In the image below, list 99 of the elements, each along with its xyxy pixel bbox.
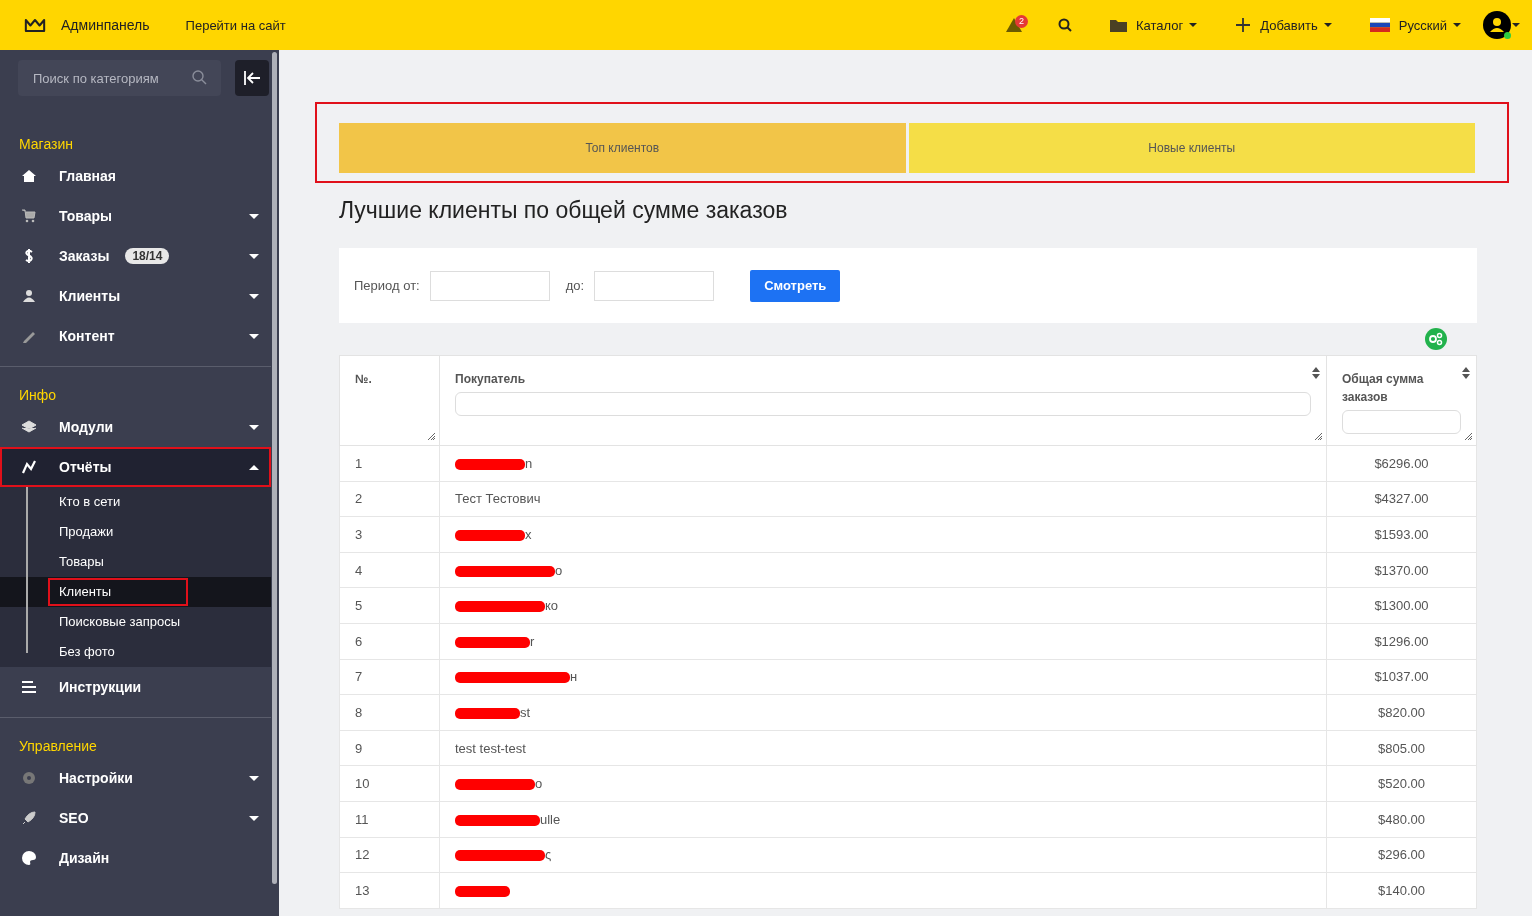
table-cell: $520.00 bbox=[1326, 765, 1477, 802]
table-cell: st bbox=[439, 694, 1327, 731]
resize-handle-icon[interactable] bbox=[1465, 433, 1472, 440]
table-cell: $1296.00 bbox=[1326, 623, 1477, 660]
table-cell: $1300.00 bbox=[1326, 587, 1477, 624]
table-cell: 10 bbox=[339, 765, 440, 802]
submenu-item[interactable]: Кто в сети bbox=[48, 491, 132, 513]
table-cell: $6296.00 bbox=[1326, 445, 1477, 482]
table-cell: 6 bbox=[339, 623, 440, 660]
table-cell: ulle bbox=[439, 801, 1327, 838]
column-filter-field[interactable] bbox=[1342, 410, 1461, 434]
date-to-field[interactable] bbox=[594, 270, 715, 301]
collapse-arrow-icon bbox=[243, 70, 261, 86]
table-cell: 13 bbox=[339, 872, 440, 909]
add-menu[interactable]: Добавить bbox=[1235, 17, 1332, 33]
section-title: Управление bbox=[18, 737, 98, 756]
sort-icon[interactable] bbox=[1462, 367, 1470, 379]
table-cell: o bbox=[439, 765, 1327, 802]
report-tab[interactable]: Новые клиенты bbox=[908, 123, 1475, 173]
sidebar-item[interactable]: Заказы 18/14 bbox=[0, 236, 271, 276]
gear-icon bbox=[21, 770, 37, 786]
table-cell: 9 bbox=[339, 730, 440, 766]
table-cell: ς bbox=[439, 837, 1327, 873]
sidebar-item[interactable]: SEO bbox=[0, 798, 271, 838]
table-cell: 4 bbox=[339, 552, 440, 588]
submenu-item[interactable]: Продажи bbox=[48, 521, 125, 543]
list-icon bbox=[21, 679, 37, 695]
table-cell: 2 bbox=[339, 481, 440, 517]
search-icon[interactable] bbox=[1058, 18, 1073, 32]
sidebar-item[interactable]: Настройки bbox=[0, 758, 271, 798]
table-cell: $1037.00 bbox=[1326, 659, 1477, 695]
site-link[interactable]: Перейти на сайт bbox=[185, 17, 286, 33]
table-cell: ко bbox=[439, 587, 1327, 624]
table-cell: r bbox=[439, 623, 1327, 660]
language-menu[interactable]: Русский bbox=[1369, 17, 1461, 33]
period-from-label: Период от: bbox=[354, 278, 420, 293]
table-cell: $480.00 bbox=[1326, 801, 1477, 838]
table-cell: 11 bbox=[339, 801, 440, 838]
sidebar-item[interactable]: Модули bbox=[0, 407, 271, 447]
report-tab[interactable]: Топ клиентов bbox=[339, 123, 906, 173]
submenu-item[interactable]: Поисковые запросы bbox=[48, 611, 192, 633]
table-cell: n bbox=[439, 445, 1327, 482]
sidebar-item[interactable]: Клиенты bbox=[0, 276, 271, 316]
crown-icon[interactable] bbox=[24, 17, 46, 33]
resize-handle-icon[interactable] bbox=[1315, 433, 1322, 440]
column-filter-field[interactable] bbox=[455, 392, 1311, 416]
users-icon bbox=[21, 288, 37, 304]
column-header[interactable]: Покупатель bbox=[455, 370, 526, 388]
sort-icon[interactable] bbox=[1312, 367, 1320, 379]
rocket-icon bbox=[21, 810, 37, 826]
table-cell: $4327.00 bbox=[1326, 481, 1477, 517]
table-cell: $805.00 bbox=[1326, 730, 1477, 766]
settings-icon[interactable] bbox=[1425, 328, 1447, 350]
table-cell: 12 bbox=[339, 837, 440, 873]
resize-handle-icon[interactable] bbox=[428, 433, 435, 440]
table-cell: 3 bbox=[339, 516, 440, 553]
table-cell: н bbox=[439, 659, 1327, 695]
palette-icon bbox=[21, 850, 37, 866]
collapse-sidebar-button[interactable] bbox=[235, 60, 269, 96]
sidebar-item[interactable]: Дизайн bbox=[0, 838, 271, 878]
page-heading: Лучшие клиенты по общей сумме заказов bbox=[339, 197, 789, 224]
catalog-menu[interactable]: Каталог bbox=[1110, 17, 1198, 33]
table-cell: 5 bbox=[339, 587, 440, 624]
table-cell: 1 bbox=[339, 445, 440, 482]
table-cell: $820.00 bbox=[1326, 694, 1477, 731]
sidebar-item[interactable]: Товары bbox=[0, 196, 271, 236]
view-button[interactable]: Смотреть bbox=[750, 269, 841, 302]
section-title: Магазин bbox=[18, 135, 74, 154]
table-cell: $1593.00 bbox=[1326, 516, 1477, 553]
table-cell: x bbox=[439, 516, 1327, 553]
submenu-item[interactable]: Без фото bbox=[48, 641, 126, 663]
table-cell: $140.00 bbox=[1326, 872, 1477, 909]
sidebar-item[interactable]: Контент bbox=[0, 316, 271, 356]
home-icon bbox=[21, 168, 37, 184]
category-search-field[interactable]: Поиск по категориям bbox=[18, 60, 221, 96]
table-cell: 8 bbox=[339, 694, 440, 731]
sidebar-item[interactable]: Главная bbox=[0, 156, 271, 196]
chart-icon bbox=[21, 459, 37, 475]
table-cell: test test-test bbox=[439, 730, 1327, 766]
layers-icon bbox=[21, 419, 37, 435]
orders-count-badge: 18/14 bbox=[125, 248, 170, 264]
table-cell: o bbox=[439, 552, 1327, 588]
column-header: №. bbox=[355, 371, 372, 388]
plus-icon bbox=[1235, 17, 1252, 33]
flag-icon bbox=[1369, 18, 1390, 32]
sidebar-item[interactable]: Отчёты bbox=[0, 447, 271, 487]
table-cell: Тест Тестович bbox=[439, 481, 1327, 517]
table-cell: 7 bbox=[339, 659, 440, 695]
user-menu[interactable] bbox=[1483, 11, 1520, 39]
table-cell: $296.00 bbox=[1326, 837, 1477, 873]
section-title: Инфо bbox=[18, 386, 58, 405]
submenu-item[interactable]: Товары bbox=[48, 551, 115, 573]
brand-title[interactable]: Админпанель bbox=[61, 17, 150, 33]
cart-icon bbox=[21, 208, 37, 224]
date-from-field[interactable] bbox=[429, 270, 550, 301]
folder-icon bbox=[1110, 18, 1128, 32]
sidebar-item[interactable]: Инструкции bbox=[0, 667, 271, 707]
period-to-label: до: bbox=[565, 278, 585, 293]
table-cell: $1370.00 bbox=[1326, 552, 1477, 588]
